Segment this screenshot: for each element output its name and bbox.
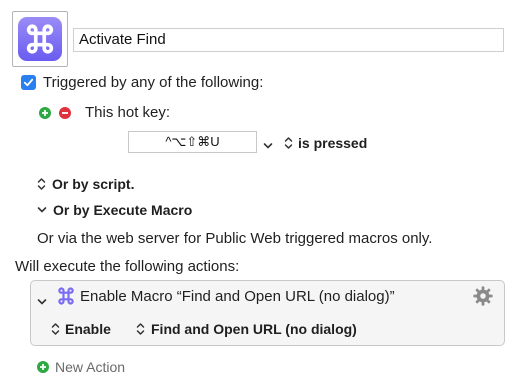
plus-icon: [42, 110, 48, 116]
web-server-note: Or via the web server for Public Web tri…: [37, 230, 433, 247]
up-down-chevron-icon: [284, 137, 293, 149]
hotkey-state-popup[interactable]: is pressed: [284, 135, 367, 151]
or-by-script-label: Or by script.: [52, 176, 135, 192]
trigger-checkbox-label: Triggered by any of the following:: [43, 74, 264, 91]
gear-icon[interactable]: [472, 285, 494, 312]
minus-icon: [62, 112, 68, 114]
hotkey-trigger-label: This hot key:: [85, 104, 171, 121]
up-down-chevron-icon: [136, 323, 145, 335]
actions-heading: Will execute the following actions:: [15, 258, 240, 275]
action-mode-label: Enable: [65, 321, 111, 337]
chevron-down-icon: [37, 207, 47, 213]
add-trigger-button[interactable]: [39, 107, 51, 119]
up-down-chevron-icon: [37, 178, 46, 190]
action-enable-macro[interactable]: Enable Macro “Find and Open URL (no dial…: [30, 280, 505, 346]
hotkey-state-label: is pressed: [298, 135, 368, 151]
checkmark-icon: [23, 78, 34, 87]
or-by-execute-macro-disclosure[interactable]: Or by Execute Macro: [37, 202, 192, 218]
macro-name-field[interactable]: Activate Find: [73, 28, 504, 52]
plus-icon: [37, 361, 49, 373]
hotkey-field[interactable]: ^⌥⇧⌘U: [128, 131, 257, 153]
new-action-label: New Action: [55, 359, 126, 375]
command-icon: [18, 17, 62, 61]
hotkey-menu-chevron-icon[interactable]: [263, 137, 273, 155]
macro-icon-well[interactable]: [12, 11, 68, 67]
remove-trigger-button[interactable]: [59, 107, 71, 119]
action-target-popup[interactable]: Find and Open URL (no dialog): [136, 321, 357, 337]
action-mode-popup[interactable]: Enable: [51, 321, 111, 337]
up-down-chevron-icon: [51, 323, 60, 335]
trigger-checkbox[interactable]: [21, 75, 36, 90]
command-icon: [56, 286, 76, 311]
or-by-script-popup[interactable]: Or by script.: [37, 176, 134, 192]
action-title: Enable Macro “Find and Open URL (no dial…: [80, 288, 395, 305]
new-action-button[interactable]: New Action: [37, 359, 125, 375]
or-by-execute-macro-label: Or by Execute Macro: [53, 202, 193, 218]
action-collapse-chevron-icon[interactable]: [37, 293, 47, 311]
action-target-label: Find and Open URL (no dialog): [151, 321, 357, 337]
